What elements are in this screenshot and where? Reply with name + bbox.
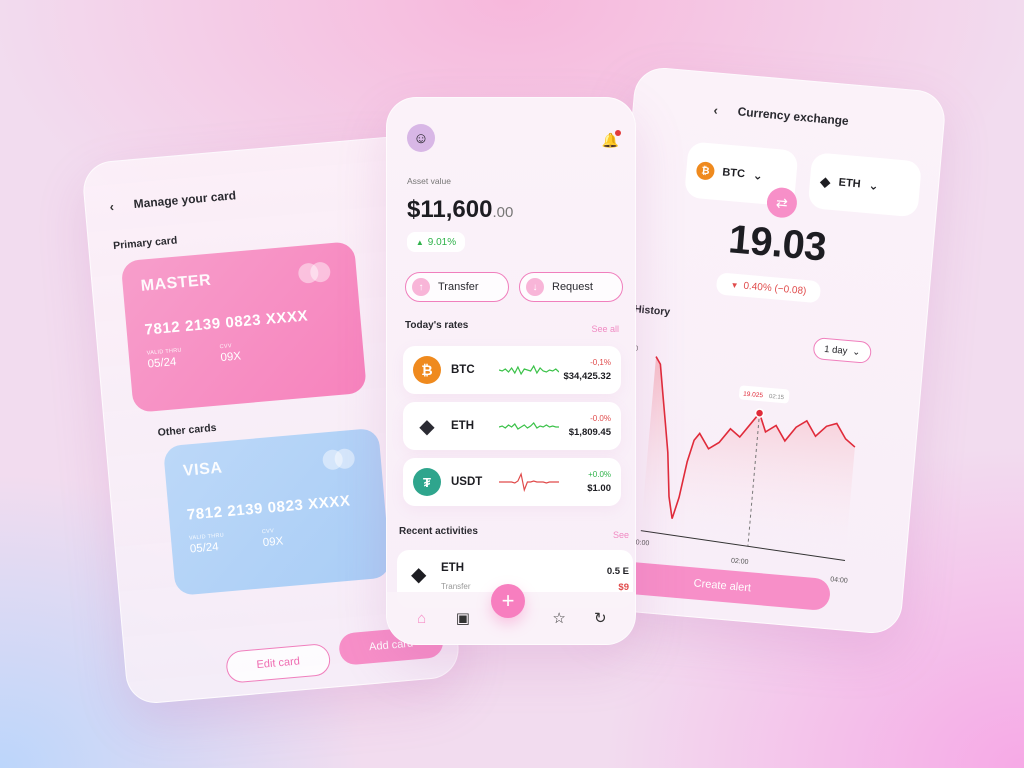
rate-name: BTC (451, 364, 475, 376)
sparkline-path (499, 472, 559, 493)
page-title: Manage your card (133, 188, 237, 212)
activity-name: ETH (441, 562, 464, 574)
back-icon[interactable]: ‹ (705, 99, 727, 121)
exchange-header: ‹ Currency exchange (705, 99, 850, 131)
request-label: Request (552, 281, 593, 293)
plus-icon: + (501, 588, 515, 613)
from-currency-label: BTC (721, 166, 746, 181)
to-currency-label: ETH (838, 176, 862, 191)
eth-icon: ◆ (419, 415, 435, 438)
page-title: Currency exchange (737, 104, 850, 129)
primary-card[interactable]: MASTER 7812 2139 0823 XXXX VALID THRU 05/… (120, 241, 367, 413)
asset-main: $11,600 (407, 196, 493, 223)
wallet-icon[interactable]: ▣ (453, 608, 473, 628)
back-icon[interactable]: ‹ (101, 195, 123, 217)
x-tick-label: 04:00 (830, 576, 848, 585)
caret-down-icon: ▼ (730, 280, 739, 290)
valid-value: 05/24 (147, 356, 177, 371)
card-chip-icon (321, 447, 356, 471)
request-button[interactable]: ↓ Request (519, 272, 623, 302)
card-number: 7812 2139 0823 XXXX (186, 492, 352, 524)
chevron-down-icon: ⌄ (752, 168, 764, 183)
card-number: 7812 2139 0823 XXXX (143, 307, 309, 339)
rate-row-usdt[interactable]: ₮ USDT +0.0% $1.00 (403, 458, 621, 506)
sparkline (499, 364, 559, 376)
asset-label: Asset value (407, 176, 451, 186)
history-icon[interactable]: ↻ (590, 608, 610, 628)
rate-change-badge: ▼ 0.40% (−0.08) (715, 272, 822, 304)
bell-icon[interactable]: 🔔 (602, 130, 621, 149)
activity-see-link[interactable]: See (613, 530, 629, 540)
swap-icon: ⇄ (775, 193, 789, 211)
star-icon[interactable]: ☆ (549, 608, 569, 628)
card-chip-icon (297, 261, 332, 285)
sparkline-path (499, 364, 559, 376)
transfer-icon: ↑ (412, 278, 430, 296)
rate-change: -0,1% (590, 358, 611, 367)
x-tick-label: 02:00 (731, 558, 749, 567)
asset-change-badge: ▲ 9.01% (407, 232, 465, 252)
cvv-label: CVV (219, 343, 233, 351)
wallet-screen: ☺ 🔔 Asset value $11,600.00 ▲ 9.01% ↑ Tra… (386, 97, 636, 645)
sparkline (499, 422, 559, 430)
asset-cents: .00 (492, 204, 514, 221)
rate-price: $1.00 (587, 483, 611, 494)
request-icon: ↓ (526, 278, 544, 296)
currency-exchange-screen: ‹ Currency exchange ₿ BTC ⌄ ◆ ETH ⌄ ⇄ 19… (588, 65, 948, 636)
rate-row-eth[interactable]: ◆ ETH -0.0% $1,809.45 (403, 402, 621, 450)
to-currency-select[interactable]: ◆ ETH ⌄ (807, 152, 923, 218)
activity-title: Recent activities (399, 526, 478, 537)
transfer-label: Transfer (438, 281, 479, 293)
avatar-icon: ☺ (413, 129, 429, 147)
rate-change: +0.0% (588, 470, 611, 479)
transfer-button[interactable]: ↑ Transfer (405, 272, 509, 302)
eth-icon: ◆ (819, 172, 832, 190)
home-icon[interactable]: ⌂ (412, 608, 432, 628)
tooltip-time: 02:15 (769, 394, 785, 401)
eth-icon: ◆ (411, 564, 427, 586)
rate-name: ETH (451, 420, 474, 432)
rate-change-value: 0.40% (−0.08) (742, 280, 807, 297)
history-label: History (633, 303, 671, 319)
notification-dot (615, 130, 621, 136)
history-area (640, 356, 855, 549)
see-all-link[interactable]: See all (591, 324, 619, 334)
cvv-value: 09X (220, 350, 242, 365)
btc-icon: ₿ (413, 356, 441, 384)
exchange-rate: 19.03 (726, 217, 828, 270)
valid-value: 05/24 (189, 541, 220, 556)
manage-card-header: ‹ Manage your card (101, 185, 237, 217)
asset-value: $11,600.00 (407, 196, 513, 224)
chevron-down-icon: ⌄ (867, 178, 880, 193)
cvv-label: CVV (261, 528, 275, 536)
usdt-icon: ₮ (413, 468, 441, 496)
rate-price: $1,809.45 (568, 427, 611, 438)
selected-point[interactable] (754, 408, 765, 418)
asset-change-value: 9.01% (427, 236, 457, 248)
activity-amount: 0.5 E (606, 566, 629, 577)
cvv-value: 09X (262, 535, 284, 550)
other-cards-label: Other cards (157, 421, 217, 439)
rate-price: $34,425.32 (563, 371, 611, 382)
btc-icon: ₿ (695, 161, 716, 181)
caret-up-icon: ▲ (415, 237, 424, 247)
rate-name: USDT (451, 476, 483, 488)
rate-change: -0.0% (590, 414, 611, 423)
sparkline-path (499, 422, 559, 430)
sparkline (499, 472, 559, 493)
other-card[interactable]: VISA 7812 2139 0823 XXXX VALID THRU 05/24… (162, 427, 392, 596)
avatar[interactable]: ☺ (407, 124, 435, 152)
edit-card-button[interactable]: Edit card (225, 642, 332, 684)
activity-type: Transfer (441, 582, 471, 591)
rates-title: Today's rates (405, 320, 469, 331)
rate-row-btc[interactable]: ₿ BTC -0,1% $34,425.32 (403, 346, 621, 394)
add-button[interactable]: + (491, 584, 525, 618)
primary-card-label: Primary card (112, 234, 178, 253)
